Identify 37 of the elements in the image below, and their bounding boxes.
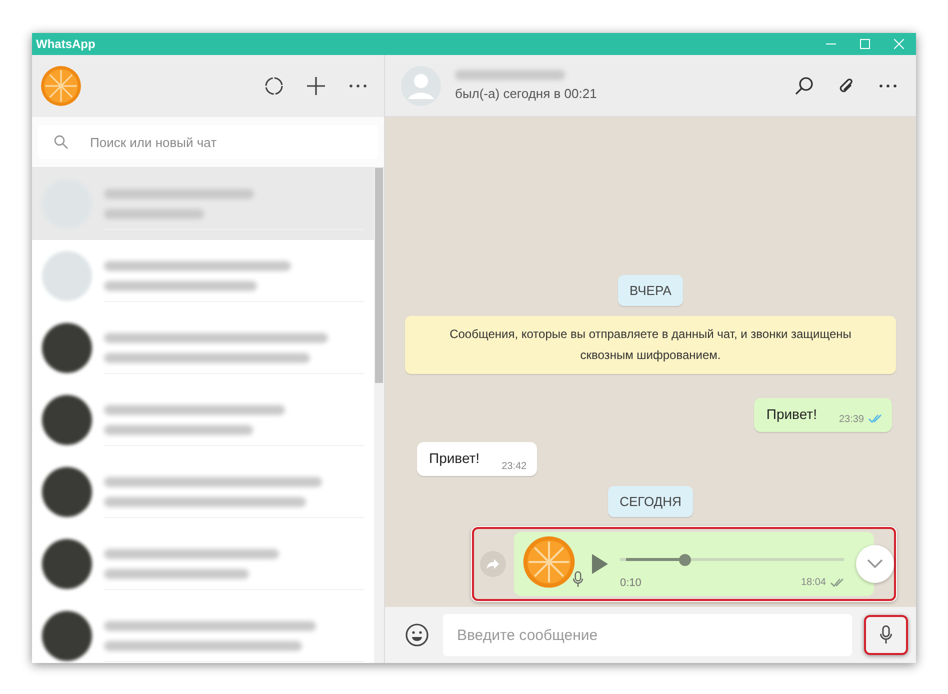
chevron-down-icon xyxy=(867,559,883,569)
microphone-icon xyxy=(572,571,584,588)
maximize-icon xyxy=(860,39,870,49)
search-icon xyxy=(54,135,68,149)
audio-duration: 0:10 xyxy=(620,576,642,588)
message-text: Привет! xyxy=(429,450,480,468)
window-title: WhatsApp xyxy=(35,37,96,51)
citrus-slice-avatar xyxy=(40,65,82,107)
photo-placeholder xyxy=(42,395,92,445)
message-input[interactable]: Введите сообщение xyxy=(443,614,852,656)
photo-placeholder xyxy=(42,323,92,373)
scroll-down-button[interactable] xyxy=(856,545,894,583)
close-icon xyxy=(894,39,904,49)
double-check-icon xyxy=(868,414,882,423)
date-label: СЕГОДНЯ xyxy=(608,486,694,517)
citrus-slice-avatar xyxy=(522,535,576,589)
audio-progress-handle[interactable] xyxy=(679,554,692,566)
microphone-button[interactable] xyxy=(864,615,908,655)
microphone-icon xyxy=(879,625,893,645)
forward-arrow-icon xyxy=(486,558,500,570)
date-label: ВЧЕРА xyxy=(618,275,684,306)
photo-placeholder xyxy=(42,539,92,589)
message-text: Привет! xyxy=(766,406,817,424)
message-time: 23:39 xyxy=(838,414,864,424)
double-check-icon xyxy=(830,578,844,586)
message-time: 23:42 xyxy=(502,461,527,472)
default-avatar xyxy=(401,66,441,106)
photo-placeholder xyxy=(42,467,92,517)
message-time: 18:04 xyxy=(800,577,826,588)
smiley-icon[interactable] xyxy=(403,621,431,649)
default-avatar xyxy=(42,251,92,301)
photo-placeholder xyxy=(42,611,92,661)
scrollbar[interactable] xyxy=(374,168,384,663)
encryption-notice: Сообщения, которые вы отправляете в данный чат, и звонки защищены сквозным шифрованием. xyxy=(405,316,896,374)
chat-list-item[interactable] xyxy=(32,600,374,663)
last-seen-text: был(-а) сегодня в 00:21 xyxy=(455,86,597,101)
search-field[interactable]: Поиск или новый чат xyxy=(38,125,378,159)
